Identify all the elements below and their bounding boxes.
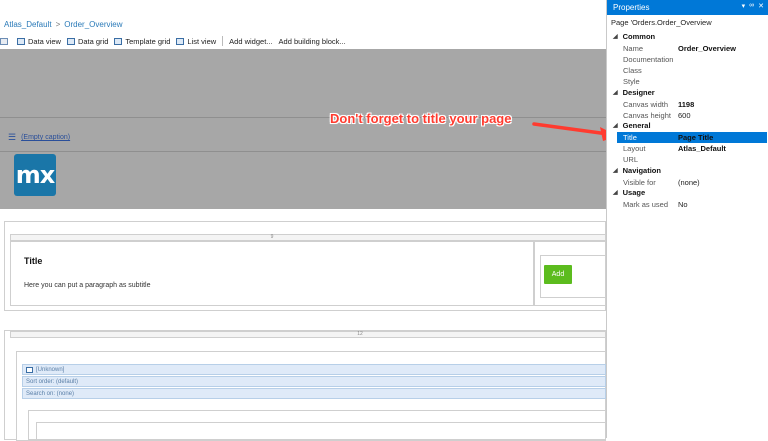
property-label: Title <box>623 133 637 142</box>
category-common[interactable]: ◢ Common <box>613 32 655 41</box>
property-value[interactable]: Order_Overview <box>678 44 736 53</box>
collapse-triangle-icon[interactable]: ◢ <box>613 167 618 174</box>
property-label: Documentation <box>623 55 674 64</box>
property-value[interactable]: 600 <box>678 111 691 120</box>
property-label: Name <box>623 44 644 53</box>
pin-icon[interactable]: ∞ <box>749 2 754 10</box>
property-label: URL <box>623 155 639 164</box>
property-value[interactable]: Atlas_Default <box>678 144 726 153</box>
property-label: Canvas width <box>623 100 669 109</box>
properties-panel: Properties ▾ ∞ ✕ Page 'Orders.Order_Over… <box>606 0 768 438</box>
category-label: General <box>622 121 651 130</box>
category-label: Designer <box>622 88 655 97</box>
property-label: Class <box>623 66 642 75</box>
property-value[interactable]: No <box>678 200 688 209</box>
property-layout[interactable]: Layout Atlas_Default <box>617 143 767 154</box>
property-label: Visible for <box>623 178 656 187</box>
property-value[interactable]: (none) <box>678 178 700 187</box>
property-class[interactable]: Class <box>617 65 767 76</box>
collapse-triangle-icon[interactable]: ◢ <box>613 122 618 129</box>
property-title[interactable]: Title Page Title <box>617 132 767 143</box>
property-label: Layout <box>623 144 646 153</box>
property-name[interactable]: Name Order_Overview <box>617 43 767 54</box>
dropdown-arrow-icon[interactable]: ▾ <box>742 2 746 10</box>
close-icon[interactable]: ✕ <box>758 2 764 10</box>
property-label: Style <box>623 77 640 86</box>
property-canvas-height[interactable]: Canvas height 600 <box>617 110 767 121</box>
property-canvas-width[interactable]: Canvas width 1198 <box>617 99 767 110</box>
category-label: Navigation <box>622 166 661 175</box>
property-label: Mark as used <box>623 200 669 209</box>
category-label: Common <box>622 32 656 41</box>
property-label: Canvas height <box>623 111 671 120</box>
category-navigation[interactable]: ◢ Navigation <box>613 166 661 175</box>
property-mark-as-used[interactable]: Mark as used No <box>617 199 767 210</box>
properties-subject: Page 'Orders.Order_Overview <box>611 18 712 27</box>
panel-title: Properties <box>613 3 650 12</box>
property-documentation[interactable]: Documentation <box>617 54 767 65</box>
property-style[interactable]: Style <box>617 76 767 87</box>
property-value[interactable]: Page Title <box>678 133 713 142</box>
properties-titlebar: Properties ▾ ∞ ✕ <box>607 0 768 15</box>
collapse-triangle-icon[interactable]: ◢ <box>613 89 618 96</box>
collapse-triangle-icon[interactable]: ◢ <box>613 33 618 40</box>
collapse-triangle-icon[interactable]: ◢ <box>613 189 618 196</box>
category-label: Usage <box>622 188 646 197</box>
property-value[interactable]: 1198 <box>678 100 694 109</box>
category-general[interactable]: ◢ General <box>613 121 651 130</box>
property-url[interactable]: URL <box>617 154 767 165</box>
category-designer[interactable]: ◢ Designer <box>613 88 655 97</box>
property-visible-for[interactable]: Visible for (none) <box>617 177 767 188</box>
category-usage[interactable]: ◢ Usage <box>613 188 645 197</box>
